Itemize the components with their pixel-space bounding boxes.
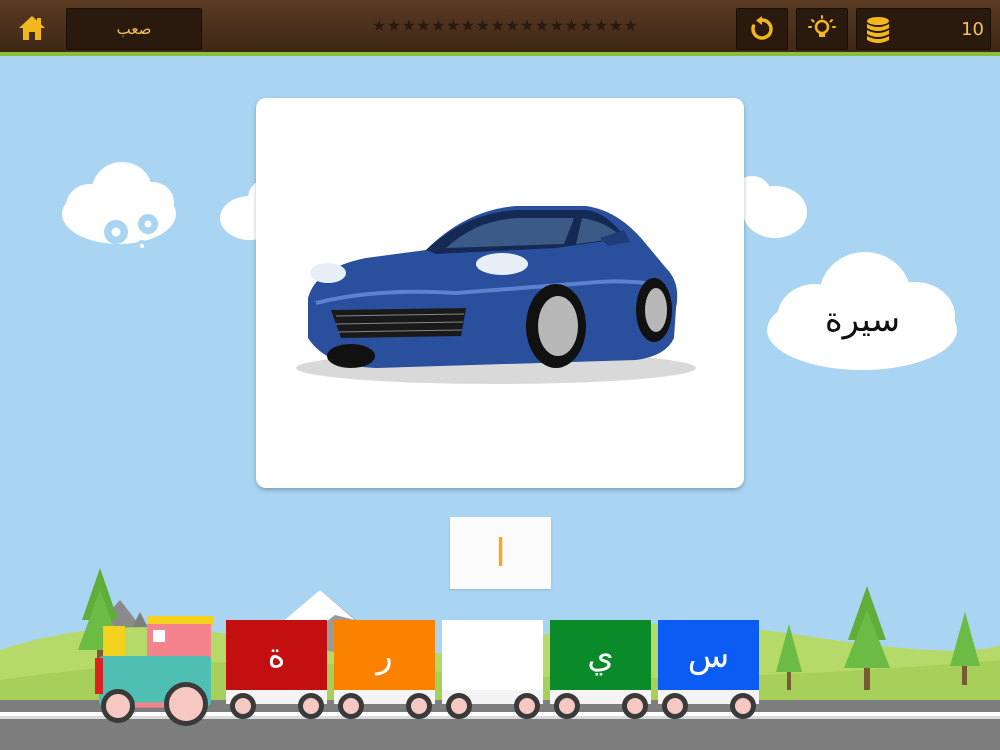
home-button[interactable] bbox=[12, 10, 52, 46]
progress-star: ★ bbox=[623, 16, 638, 35]
progress-star: ★ bbox=[460, 16, 476, 35]
progress-star: ★ bbox=[549, 16, 564, 35]
progress-star: ★ bbox=[505, 16, 520, 35]
wagon-wheel bbox=[338, 693, 364, 719]
lightbulb-icon bbox=[808, 15, 836, 37]
progress-star: ★ bbox=[579, 16, 594, 35]
progress-star: ★ bbox=[372, 16, 387, 35]
progress-star: ★ bbox=[475, 16, 490, 35]
reset-button[interactable] bbox=[736, 8, 788, 50]
home-icon bbox=[19, 16, 45, 40]
wagon-slot[interactable] bbox=[442, 620, 543, 692]
coins-icon bbox=[867, 17, 889, 43]
wagon-wheel bbox=[446, 693, 472, 719]
wagon-slot[interactable]: ر bbox=[334, 620, 435, 692]
coin-count: 10 bbox=[961, 19, 984, 40]
wagon-slot[interactable]: س bbox=[658, 620, 759, 692]
wagon-wheel bbox=[554, 693, 580, 719]
top-bar: صعب ★★★★★★★★★★★★★★★★★★ bbox=[0, 0, 1000, 56]
progress-star: ★ bbox=[401, 16, 416, 35]
reset-icon bbox=[751, 16, 773, 40]
hint-button[interactable] bbox=[796, 8, 848, 50]
locomotive-wheel-back bbox=[164, 682, 208, 726]
progress-star: ★ bbox=[534, 16, 550, 35]
progress-star: ★ bbox=[386, 16, 402, 35]
target-word: سيرة bbox=[824, 300, 901, 340]
progress-star: ★ bbox=[431, 16, 446, 35]
locomotive-wheel-front bbox=[101, 689, 135, 723]
progress-star: ★ bbox=[490, 16, 505, 35]
progress-star: ★ bbox=[564, 16, 579, 35]
progress-star: ★ bbox=[593, 16, 609, 35]
progress-stars: ★ ★ ★ ★ ★ ★ ★ ★ ★ ★ ★ ★ ★ ★ ★ ★ ★ ★ bbox=[372, 14, 638, 38]
progress-star: ★ bbox=[416, 16, 431, 35]
wagon-wheel bbox=[730, 693, 756, 719]
wagon-wheel bbox=[406, 693, 432, 719]
draggable-letter-tile[interactable]: ا bbox=[450, 517, 551, 589]
wagon-wheel bbox=[298, 693, 324, 719]
picture-card bbox=[256, 98, 744, 488]
car-image bbox=[296, 206, 696, 384]
progress-star: ★ bbox=[445, 16, 461, 35]
coin-counter: 10 bbox=[856, 8, 991, 50]
wagon-wheel bbox=[230, 693, 256, 719]
progress-star: ★ bbox=[608, 16, 624, 35]
difficulty-label[interactable]: صعب bbox=[66, 8, 202, 50]
wagon-wheel bbox=[514, 693, 540, 719]
wagon-wheel bbox=[622, 693, 648, 719]
progress-star: ★ bbox=[519, 16, 535, 35]
wagon-slot[interactable]: ي bbox=[550, 620, 651, 692]
settings-button[interactable] bbox=[60, 158, 178, 258]
wagon-slot[interactable]: ة bbox=[226, 620, 327, 692]
wagon-wheel bbox=[662, 693, 688, 719]
